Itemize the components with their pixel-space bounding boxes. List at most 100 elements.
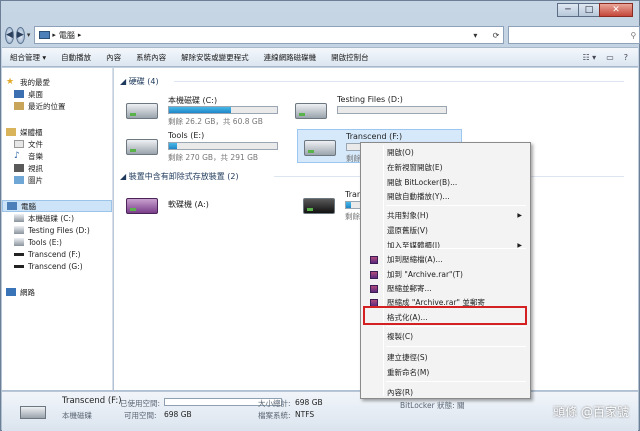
hard-drive-icon (126, 103, 158, 119)
context-menu-item[interactable]: 開啟 BitLocker(B)... (363, 176, 528, 190)
context-menu-item[interactable]: 複製(C) (363, 330, 528, 344)
context-menu-item[interactable]: 壓縮並郵寄... (363, 282, 528, 296)
sidebar-item-drive-c[interactable]: 本機磁碟 (C:) (2, 212, 112, 224)
sidebar-item-drive-e[interactable]: Tools (E:) (2, 236, 112, 248)
submenu-arrow-icon: ▶ (517, 242, 522, 249)
breadcrumb-chevron-icon[interactable]: ▸ (52, 31, 56, 39)
minimize-button[interactable]: ─ (557, 3, 579, 17)
autoplay-button[interactable]: 自動播放 (61, 52, 91, 63)
properties-button[interactable]: 內容 (106, 52, 121, 63)
menu-separator (386, 326, 526, 327)
context-menu-item-label: 還原舊版(V) (387, 226, 428, 235)
winrar-icon (370, 256, 378, 264)
maximize-button[interactable]: □ (578, 3, 600, 17)
sidebar-item-favorites[interactable]: ★ 我的最愛 (2, 76, 112, 88)
explorer-window: ─ □ ✕ ◀ ▶ ▾ ▸ 電腦 ▸ ▾ ⟳ ⚲ 組合管理 ▾ 自動播放 內容 … (0, 0, 640, 431)
hard-drive-icon (20, 406, 46, 419)
capacity-fill (346, 202, 351, 208)
collapse-icon[interactable]: ◢ (120, 172, 126, 181)
sidebar-item-computer[interactable]: 電腦 (2, 200, 112, 212)
group-header-removable[interactable]: ◢ 裝置中含有卸除式存放裝置 (2) (120, 171, 239, 182)
breadcrumb-chevron-icon[interactable]: ▸ (78, 31, 82, 39)
context-menu-item[interactable]: 開啟(O) (363, 146, 528, 160)
context-menu-item[interactable]: 重新命名(M) (363, 366, 528, 380)
address-row: ◀ ▶ ▾ ▸ 電腦 ▸ ▾ ⟳ ⚲ (5, 25, 640, 45)
details-total-label: 大小總計: (258, 399, 291, 408)
capacity-bar (168, 142, 278, 150)
forward-button[interactable]: ▶ (15, 26, 25, 44)
group-header-hard-disks[interactable]: ◢ 硬碟 (4) (120, 76, 159, 87)
context-menu-item[interactable]: 加到 "Archive.rar"(T) (363, 268, 528, 282)
sidebar-item-drive-d[interactable]: Testing Files (D:) (2, 224, 112, 236)
details-drive-name: Transcend (F:) (62, 396, 122, 406)
back-button[interactable]: ◀ (5, 26, 14, 44)
refresh-icon[interactable]: ⟳ (493, 31, 500, 40)
search-icon[interactable]: ⚲ (631, 31, 637, 40)
help-icon[interactable]: ? (624, 53, 628, 62)
collapse-icon[interactable]: ◢ (120, 77, 126, 86)
drive-name: Testing Files (D:) (337, 95, 403, 104)
control-panel-button[interactable]: 開啟控制台 (331, 52, 369, 63)
drive-name: Tools (E:) (168, 131, 205, 140)
sidebar-item-pictures[interactable]: 圖片 (2, 174, 112, 186)
menu-separator (386, 346, 526, 347)
winrar-icon (370, 271, 378, 279)
computer-icon (7, 202, 17, 210)
sidebar-item-drive-g[interactable]: Transcend (G:) (2, 260, 112, 272)
sidebar-item-recent[interactable]: 最近的位置 (2, 100, 112, 112)
capacity-fill (169, 107, 231, 113)
navigation-pane: ★ 我的最愛 桌面 最近的位置 媒體櫃 文件 ♪ 音樂 視訊 圖片 電腦 本機磁… (2, 68, 113, 390)
context-menu-item[interactable]: 加到壓縮檔(A)... (363, 253, 528, 267)
context-menu-item-label: 開啟(O) (387, 148, 414, 157)
drive-name: Transcend (F:) (346, 132, 403, 141)
context-menu-item[interactable]: 建立捷徑(S) (363, 351, 528, 365)
uninstall-button[interactable]: 解除安裝或變更程式 (181, 52, 249, 63)
context-menu-item[interactable]: 在新視窗開啟(E) (363, 161, 528, 175)
details-free-label: 可用空間: (124, 411, 157, 420)
close-button[interactable]: ✕ (599, 3, 633, 17)
context-menu-item-label: 開啟自動播放(Y)... (387, 192, 450, 201)
map-drive-button[interactable]: 連線網路磁碟機 (264, 52, 317, 63)
window-controls: ─ □ ✕ (557, 3, 633, 17)
title-bar[interactable]: ─ □ ✕ (1, 1, 639, 23)
hard-drive-icon (295, 103, 327, 119)
drive-name: 本機磁碟 (C:) (168, 96, 218, 105)
pictures-icon (14, 176, 24, 184)
drive-tile-e[interactable]: Tools (E:) 剩餘 270 GB，共 291 GB (120, 129, 285, 163)
sidebar-item-documents[interactable]: 文件 (2, 138, 112, 150)
star-icon: ★ (6, 77, 15, 87)
address-dropdown-icon[interactable]: ▾ (473, 31, 477, 40)
sidebar-item-videos[interactable]: 視訊 (2, 162, 112, 174)
details-fs-value: NTFS (295, 410, 315, 419)
menu-separator (386, 381, 526, 382)
view-options-icon[interactable]: ☷ ▾ (582, 53, 596, 62)
command-bar: 組合管理 ▾ 自動播放 內容 系統內容 解除安裝或變更程式 連線網路磁碟機 開啟… (2, 47, 638, 67)
sidebar-item-drive-f[interactable]: Transcend (F:) (2, 248, 112, 260)
usb-drive-icon (14, 252, 24, 256)
details-total-value: 698 GB (295, 398, 323, 407)
preview-pane-icon[interactable]: ▭ (606, 53, 614, 62)
sidebar-item-desktop[interactable]: 桌面 (2, 88, 112, 100)
sidebar-item-network[interactable]: 網路 (2, 286, 112, 298)
drive-tile-a[interactable]: 軟碟機 (A:) (120, 188, 285, 222)
organize-menu[interactable]: 組合管理 ▾ (10, 52, 46, 63)
context-menu-item[interactable]: 開啟自動播放(Y)... (363, 190, 528, 204)
context-menu-item[interactable]: 內容(R) (363, 386, 528, 400)
sidebar-item-libraries[interactable]: 媒體櫃 (2, 126, 112, 138)
breadcrumb-computer[interactable]: 電腦 (59, 30, 75, 41)
context-menu-item-label: 重新命名(M) (387, 368, 430, 377)
desktop-icon (14, 90, 24, 98)
sidebar-item-music[interactable]: ♪ 音樂 (2, 150, 112, 162)
recent-places-icon (14, 102, 24, 110)
context-menu-item[interactable]: 共用對象(H) ▶ (363, 209, 528, 223)
details-drive-type: 本機磁碟 (62, 411, 92, 420)
history-dropdown-icon[interactable]: ▾ (27, 31, 31, 39)
video-icon (14, 164, 24, 172)
context-menu-item[interactable]: 加入至媒體櫃(I) ▶ (363, 239, 528, 253)
search-input[interactable]: ⚲ (508, 26, 640, 44)
context-menu-item[interactable]: 還原舊版(V) (363, 224, 528, 238)
drive-tile-d[interactable]: Testing Files (D:) (289, 93, 454, 127)
address-bar[interactable]: ▸ 電腦 ▸ ▾ ⟳ (34, 26, 505, 44)
drive-tile-c[interactable]: 本機磁碟 (C:) 剩餘 26.2 GB，共 60.8 GB (120, 93, 285, 127)
system-properties-button[interactable]: 系統內容 (136, 52, 166, 63)
